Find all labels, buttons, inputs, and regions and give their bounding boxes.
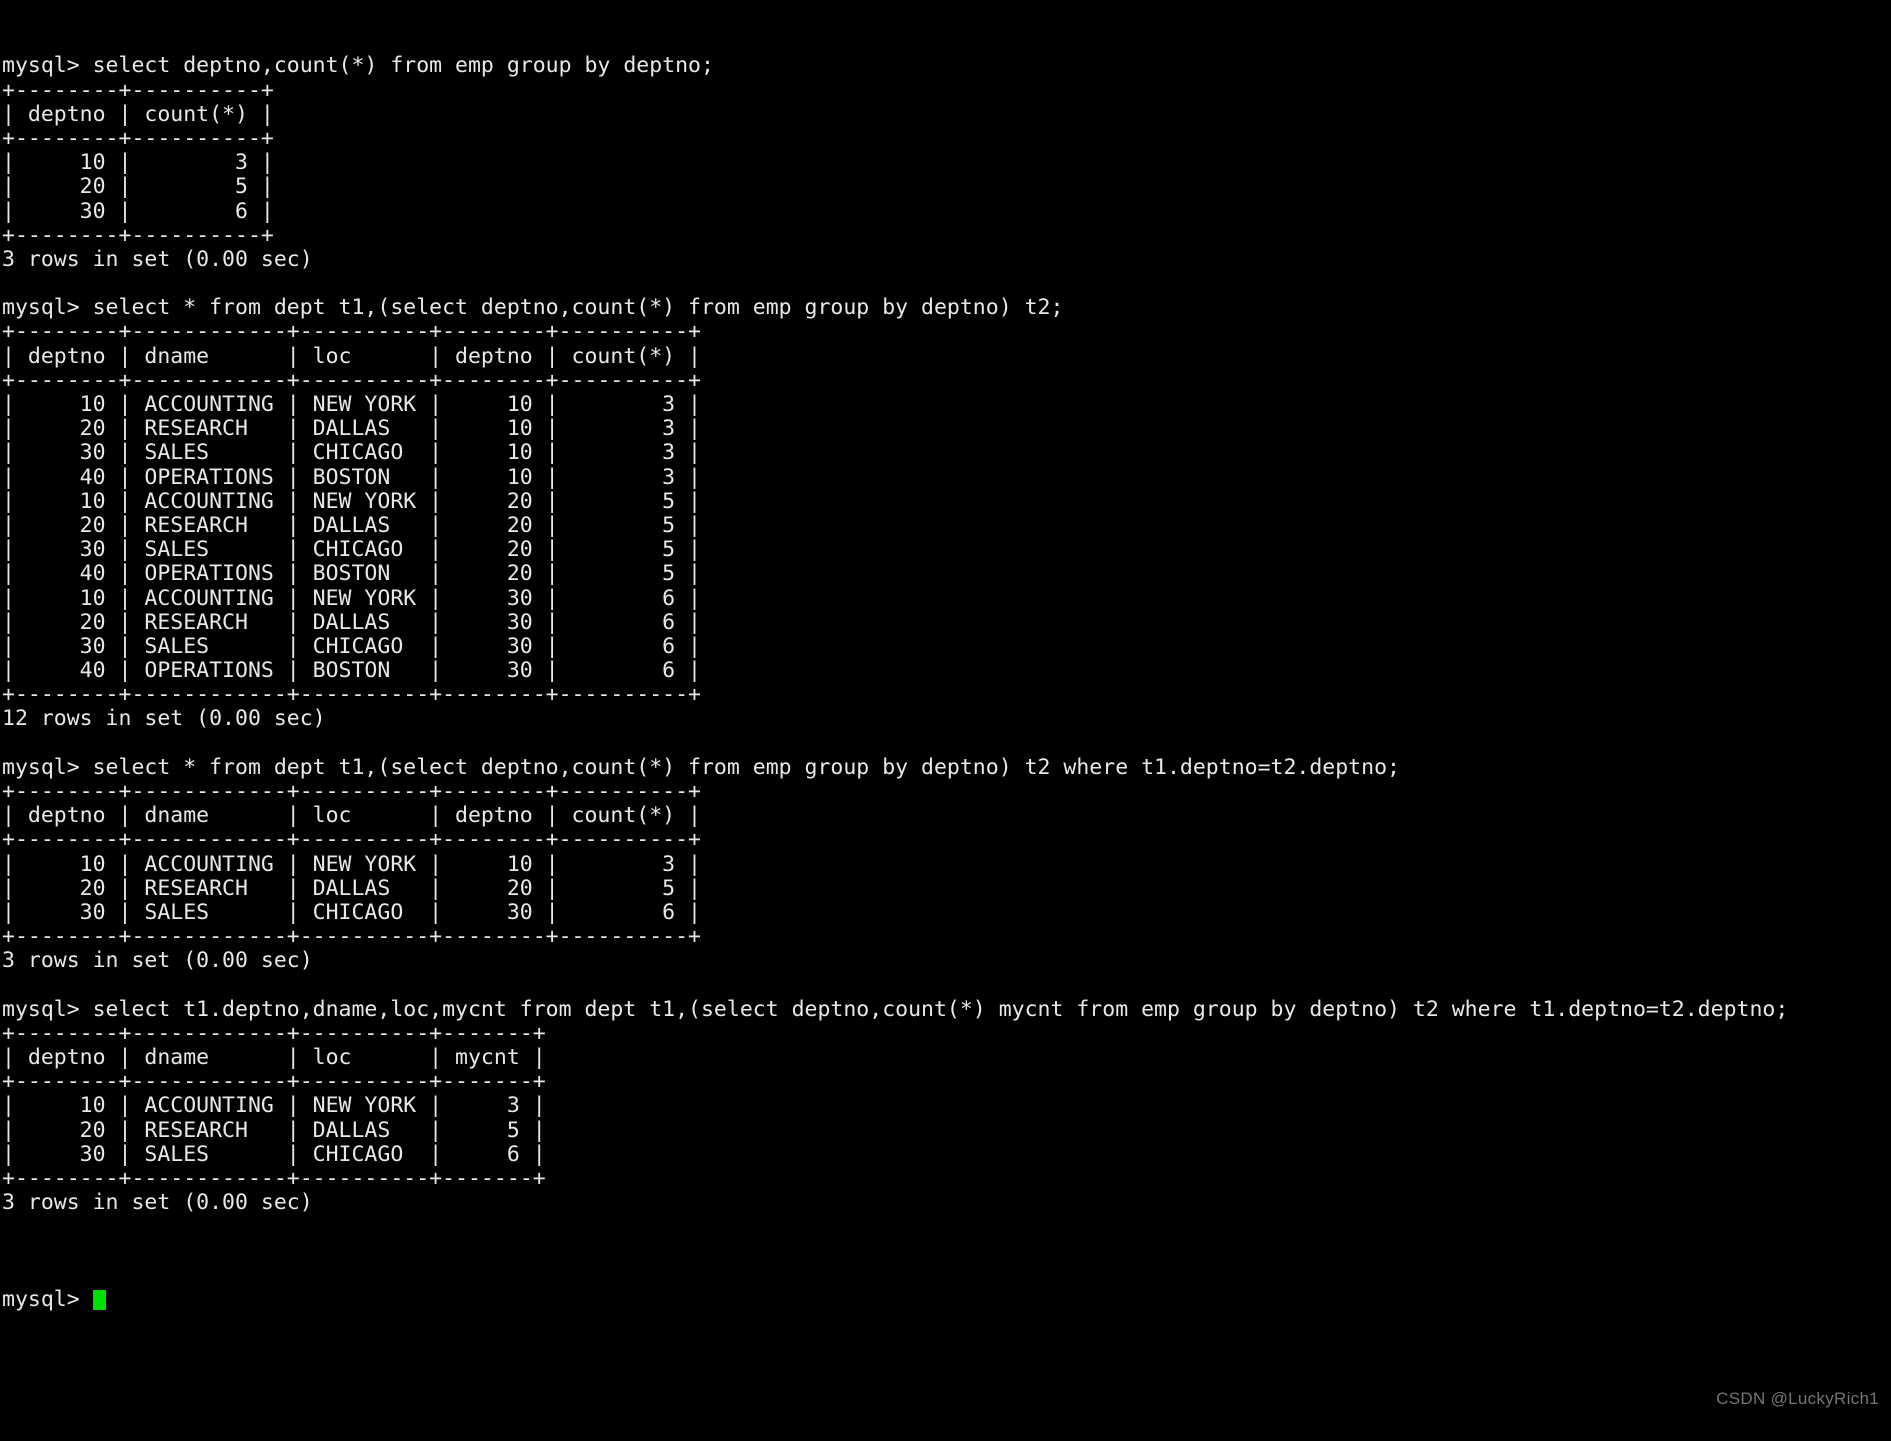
- terminal-line: +--------+------------+----------+------…: [2, 319, 701, 345]
- terminal-line: | 30 | 6 |: [2, 198, 274, 224]
- terminal-line: | 30 | SALES | CHICAGO | 30 | 6 |: [2, 899, 701, 925]
- terminal-line: | 20 | RESEARCH | DALLAS | 20 | 5 |: [2, 512, 701, 538]
- terminal-line: | 20 | RESEARCH | DALLAS | 30 | 6 |: [2, 609, 701, 635]
- terminal-line: +--------+------------+----------+------…: [2, 1166, 546, 1192]
- terminal-line: | deptno | count(*) |: [2, 101, 274, 127]
- terminal-prompt-line[interactable]: mysql>: [2, 1287, 1891, 1312]
- terminal-line: | 10 | ACCOUNTING | NEW YORK | 3 |: [2, 1093, 546, 1119]
- terminal-line: | 10 | ACCOUNTING | NEW YORK | 10 | 3 |: [2, 851, 701, 877]
- terminal-line: +--------+------------+----------+------…: [2, 682, 701, 708]
- terminal-line: | 10 | ACCOUNTING | NEW YORK | 20 | 5 |: [2, 488, 701, 514]
- terminal-line: +--------+----------+: [2, 125, 274, 151]
- text-cursor: [92, 1290, 106, 1310]
- terminal-line: | 20 | RESEARCH | DALLAS | 20 | 5 |: [2, 875, 701, 901]
- terminal-line: | 20 | RESEARCH | DALLAS | 5 |: [2, 1117, 546, 1143]
- terminal-line: 3 rows in set (0.00 sec): [2, 246, 313, 272]
- terminal-line: | 30 | SALES | CHICAGO | 30 | 6 |: [2, 633, 701, 659]
- terminal-line: | deptno | dname | loc | deptno | count(…: [2, 803, 701, 829]
- terminal-line: +--------+------------+----------+------…: [2, 827, 701, 853]
- terminal-line: | 20 | 5 |: [2, 174, 274, 200]
- shell-prompt: mysql>: [2, 1287, 80, 1312]
- terminal-line: mysql> select deptno,count(*) from emp g…: [2, 53, 714, 79]
- terminal-line: | 20 | RESEARCH | DALLAS | 10 | 3 |: [2, 416, 701, 442]
- terminal-line: 3 rows in set (0.00 sec): [2, 1190, 313, 1216]
- terminal-line: +--------+----------+: [2, 222, 274, 248]
- terminal-output[interactable]: mysql> select deptno,count(*) from emp g…: [0, 0, 1891, 1441]
- terminal-line: 3 rows in set (0.00 sec): [2, 948, 313, 974]
- terminal-line: | deptno | dname | loc | deptno | count(…: [2, 343, 701, 369]
- terminal-line: 12 rows in set (0.00 sec): [2, 706, 326, 732]
- watermark-label: CSDN @LuckyRich1: [1716, 1389, 1879, 1408]
- terminal-line: +--------+------------+----------+------…: [2, 1069, 546, 1095]
- terminal-line: mysql> select t1.deptno,dname,loc,mycnt …: [2, 996, 1789, 1022]
- terminal-line: | deptno | dname | loc | mycnt |: [2, 1045, 546, 1071]
- terminal-line: | 30 | SALES | CHICAGO | 10 | 3 |: [2, 440, 701, 466]
- terminal-line: +--------+------------+----------+------…: [2, 924, 701, 950]
- terminal-line: +--------+------------+----------+------…: [2, 1020, 546, 1046]
- terminal-line: | 40 | OPERATIONS | BOSTON | 10 | 3 |: [2, 464, 701, 490]
- terminal-line: +--------+----------+: [2, 77, 274, 103]
- terminal-line: mysql> select * from dept t1,(select dep…: [2, 754, 1400, 780]
- terminal-line: | 10 | ACCOUNTING | NEW YORK | 30 | 6 |: [2, 585, 701, 611]
- terminal-line: mysql> select * from dept t1,(select dep…: [2, 295, 1064, 321]
- terminal-line: +--------+------------+----------+------…: [2, 367, 701, 393]
- terminal-line: | 30 | SALES | CHICAGO | 20 | 5 |: [2, 537, 701, 563]
- terminal-lines: mysql> select deptno,count(*) from emp g…: [2, 54, 1891, 1239]
- terminal-line: | 30 | SALES | CHICAGO | 6 |: [2, 1141, 546, 1167]
- terminal-line: | 40 | OPERATIONS | BOSTON | 30 | 6 |: [2, 658, 701, 684]
- terminal-line: | 10 | 3 |: [2, 150, 274, 176]
- terminal-line: | 10 | ACCOUNTING | NEW YORK | 10 | 3 |: [2, 392, 701, 418]
- terminal-line: | 40 | OPERATIONS | BOSTON | 20 | 5 |: [2, 561, 701, 587]
- terminal-line: +--------+------------+----------+------…: [2, 779, 701, 805]
